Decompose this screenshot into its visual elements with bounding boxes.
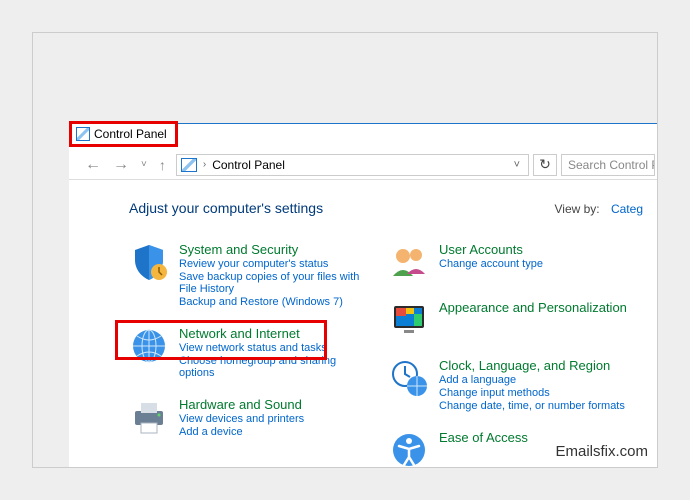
category-column-left: System and Security Review your computer…	[129, 242, 367, 467]
view-by-label: View by:	[554, 202, 599, 216]
screen-icon	[389, 300, 429, 340]
category-appearance-personalization: Appearance and Personalization	[389, 300, 627, 340]
category-link[interactable]: Add a language	[439, 374, 625, 386]
globe-icon	[129, 326, 169, 366]
control-panel-icon	[76, 127, 90, 141]
accessibility-icon	[389, 430, 429, 467]
window-title: Control Panel	[94, 127, 167, 141]
shield-icon	[129, 242, 169, 282]
back-button[interactable]: ←	[79, 156, 107, 174]
category-hardware-sound: Hardware and Sound View devices and prin…	[129, 397, 367, 438]
category-clock-language-region: Clock, Language, and Region Add a langua…	[389, 358, 627, 412]
category-column-right: User Accounts Change account type Appear…	[389, 242, 627, 467]
recent-dropdown[interactable]: ˅	[135, 159, 153, 170]
category-network-internet: Network and Internet View network status…	[129, 326, 367, 379]
control-panel-icon	[181, 158, 197, 172]
category-title[interactable]: System and Security	[179, 242, 367, 257]
window-title-tab: Control Panel	[69, 121, 178, 147]
control-panel-window: ← → ˅ ↑ › Control Panel ˅ ↻ Search Contr…	[69, 123, 657, 467]
view-by-dropdown[interactable]: Categ	[611, 202, 643, 216]
chevron-right-icon: ›	[203, 159, 206, 170]
view-by: View by: Categ	[554, 202, 643, 216]
category-link[interactable]: Review your computer's status	[179, 258, 367, 270]
category-link[interactable]: Change account type	[439, 258, 543, 270]
category-title[interactable]: Network and Internet	[179, 326, 367, 341]
address-bar: ← → ˅ ↑ › Control Panel ˅ ↻ Search Contr…	[69, 150, 657, 180]
category-title[interactable]: Ease of Access	[439, 430, 528, 445]
clock-globe-icon	[389, 358, 429, 398]
category-link[interactable]: View devices and printers	[179, 413, 304, 425]
category-link[interactable]: Save backup copies of your files with Fi…	[179, 271, 367, 295]
category-title[interactable]: User Accounts	[439, 242, 543, 257]
category-title[interactable]: Hardware and Sound	[179, 397, 304, 412]
page-frame: ← → ˅ ↑ › Control Panel ˅ ↻ Search Contr…	[32, 32, 658, 468]
up-button[interactable]: ↑	[153, 157, 172, 173]
users-icon	[389, 242, 429, 282]
category-system-security: System and Security Review your computer…	[129, 242, 367, 308]
path-box[interactable]: › Control Panel ˅	[176, 154, 529, 176]
category-link[interactable]: Change input methods	[439, 387, 625, 399]
printer-icon	[129, 397, 169, 437]
category-link[interactable]: Choose homegroup and sharing options	[179, 355, 367, 379]
content-area: Adjust your computer's settings View by:…	[69, 180, 657, 467]
refresh-button[interactable]: ↻	[533, 154, 557, 176]
category-user-accounts: User Accounts Change account type	[389, 242, 627, 282]
breadcrumb[interactable]: Control Panel	[212, 158, 285, 172]
category-link[interactable]: Change date, time, or number formats	[439, 400, 625, 412]
category-title[interactable]: Clock, Language, and Region	[439, 358, 625, 373]
category-grid: System and Security Review your computer…	[129, 242, 627, 467]
category-link[interactable]: Add a device	[179, 426, 304, 438]
chevron-down-icon[interactable]: ˅	[510, 159, 524, 171]
category-link[interactable]: View network status and tasks	[179, 342, 367, 354]
search-input[interactable]: Search Control P	[561, 154, 655, 176]
page-title: Adjust your computer's settings	[129, 200, 627, 216]
category-link[interactable]: Backup and Restore (Windows 7)	[179, 296, 367, 308]
forward-button[interactable]: →	[107, 156, 135, 174]
category-title[interactable]: Appearance and Personalization	[439, 300, 627, 315]
watermark: Emailsfix.com	[555, 443, 648, 460]
